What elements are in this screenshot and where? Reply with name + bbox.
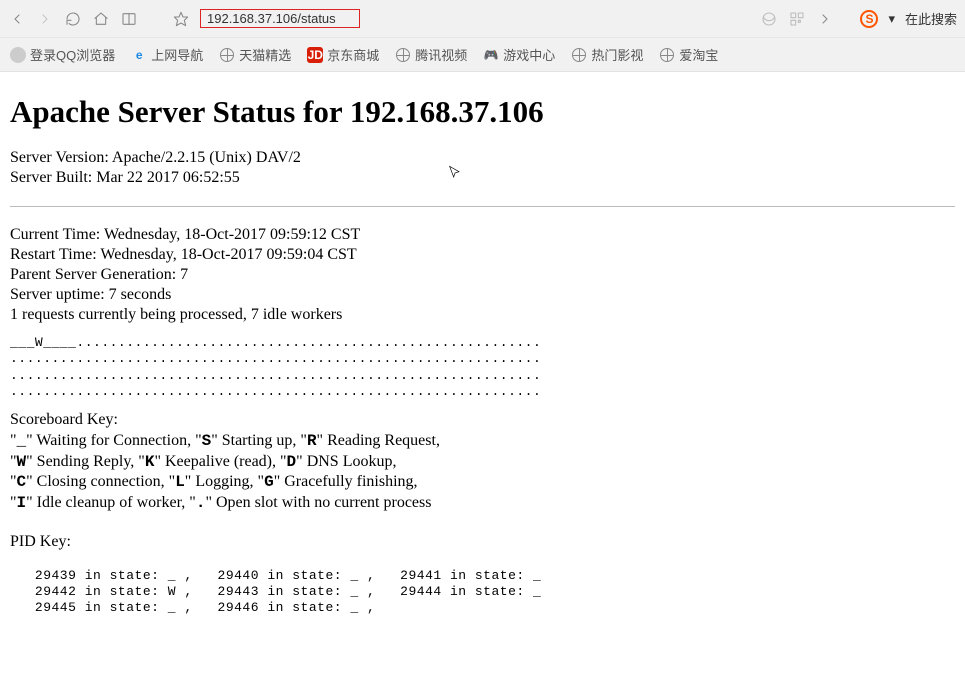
e-nav-icon: e: [131, 47, 147, 63]
bookmark-item[interactable]: 天猫精选: [219, 45, 291, 64]
scoreboard-key-line: "W" Sending Reply, "K" Keepalive (read),…: [10, 452, 955, 473]
qr-icon[interactable]: [788, 10, 806, 28]
parent-gen-line: Parent Server Generation: 7: [10, 265, 955, 285]
star-icon[interactable]: [172, 10, 190, 28]
bookmark-item[interactable]: JD京东商城: [307, 45, 379, 64]
bookmark-label: 登录QQ浏览器: [30, 45, 115, 64]
divider: [10, 206, 955, 207]
browser-chrome: 192.168.37.106/status S ▾ 在此搜索 登录QQ浏览器 e上…: [0, 0, 965, 72]
server-version-value: Apache/2.2.15 (Unix) DAV/2: [112, 149, 301, 166]
restart-time-value: Wednesday, 18-Oct-2017 09:59:04 CST: [100, 246, 356, 263]
bookmark-label: 上网导航: [151, 45, 203, 64]
reader-button[interactable]: [120, 10, 138, 28]
scoreboard-key: Scoreboard Key: "_" Waiting for Connecti…: [10, 410, 955, 514]
overflow-button[interactable]: [816, 10, 834, 28]
restart-time-label: Restart Time:: [10, 246, 100, 263]
bookmark-item[interactable]: 🎮游戏中心: [483, 45, 555, 64]
search-hint[interactable]: 在此搜索: [905, 9, 957, 28]
url-input[interactable]: 192.168.37.106/status: [200, 9, 360, 28]
scoreboard: ___W____................................…: [10, 335, 955, 400]
current-time-label: Current Time:: [10, 226, 104, 243]
bookmarks-bar: 登录QQ浏览器 e上网导航 天猫精选 JD京东商城 腾讯视频 🎮游戏中心 热门影视 爱淘宝: [0, 38, 965, 72]
globe-icon: [659, 47, 675, 63]
qq-avatar-icon: [10, 47, 26, 63]
bookmark-item[interactable]: 腾讯视频: [395, 45, 467, 64]
workers-line: 1 requests currently being processed, 7 …: [10, 305, 955, 325]
page-title: Apache Server Status for 192.168.37.106: [10, 94, 955, 130]
bookmark-item[interactable]: 爱淘宝: [659, 45, 718, 64]
pid-key-heading: PID Key:: [10, 532, 955, 552]
bookmark-label: 天猫精选: [239, 45, 291, 64]
uptime-value: 7 seconds: [109, 286, 172, 303]
jd-icon: JD: [307, 47, 323, 63]
globe-icon: [571, 47, 587, 63]
page-content: Apache Server Status for 192.168.37.106 …: [0, 72, 965, 637]
scoreboard-key-line: "I" Idle cleanup of worker, "." Open slo…: [10, 493, 955, 514]
scoreboard-key-heading: Scoreboard Key:: [10, 410, 955, 431]
bookmark-label: 爱淘宝: [679, 45, 718, 64]
bookmark-label: 热门影视: [591, 45, 643, 64]
gamepad-icon: 🎮: [483, 47, 499, 63]
globe-icon: [219, 47, 235, 63]
server-built-label: Server Built:: [10, 169, 96, 186]
back-button[interactable]: [8, 10, 26, 28]
scoreboard-key-line: "C" Closing connection, "L" Logging, "G"…: [10, 472, 955, 493]
bookmark-label: 游戏中心: [503, 45, 555, 64]
parent-gen-value: 7: [180, 266, 188, 283]
restart-time-line: Restart Time: Wednesday, 18-Oct-2017 09:…: [10, 245, 955, 265]
compat-icon[interactable]: [760, 10, 778, 28]
uptime-line: Server uptime: 7 seconds: [10, 285, 955, 305]
server-built-value: Mar 22 2017 06:52:55: [96, 169, 240, 186]
bookmark-label: 京东商城: [327, 45, 379, 64]
forward-button[interactable]: [36, 10, 54, 28]
sogou-icon[interactable]: S: [860, 10, 878, 28]
scoreboard-key-line: "_" Waiting for Connection, "S" Starting…: [10, 431, 955, 452]
bookmark-label: 腾讯视频: [415, 45, 467, 64]
pid-key-block: 29439 in state: _ , 29440 in state: _ , …: [10, 568, 955, 617]
server-built-line: Server Built: Mar 22 2017 06:52:55: [10, 168, 955, 188]
page-title-host: 192.168.37.106: [350, 94, 544, 129]
server-version-line: Server Version: Apache/2.2.15 (Unix) DAV…: [10, 148, 955, 168]
address-bar-row: 192.168.37.106/status S ▾ 在此搜索: [0, 0, 965, 38]
bookmark-item[interactable]: 热门影视: [571, 45, 643, 64]
uptime-label: Server uptime:: [10, 286, 109, 303]
dropdown-caret-icon[interactable]: ▾: [888, 11, 895, 27]
parent-gen-label: Parent Server Generation:: [10, 266, 180, 283]
bookmark-item[interactable]: 登录QQ浏览器: [10, 45, 115, 64]
page-title-prefix: Apache Server Status for: [10, 94, 350, 129]
current-time-line: Current Time: Wednesday, 18-Oct-2017 09:…: [10, 225, 955, 245]
globe-icon: [395, 47, 411, 63]
server-version-label: Server Version:: [10, 149, 112, 166]
home-button[interactable]: [92, 10, 110, 28]
bookmark-item[interactable]: e上网导航: [131, 45, 203, 64]
current-time-value: Wednesday, 18-Oct-2017 09:59:12 CST: [104, 226, 360, 243]
reload-button[interactable]: [64, 10, 82, 28]
